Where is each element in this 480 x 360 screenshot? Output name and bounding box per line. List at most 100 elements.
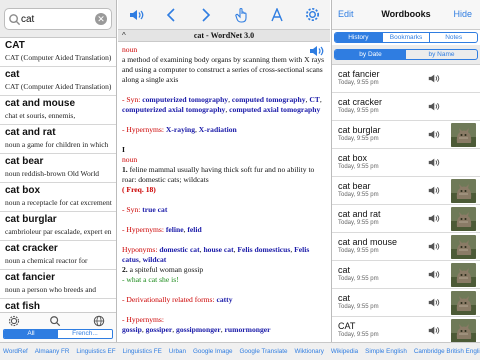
dictionary-link[interactable]: WordRef [3, 348, 28, 355]
search-box[interactable]: ✕ [4, 8, 112, 30]
wordbooks-nav: Edit Wordbooks Hide [332, 0, 480, 30]
history-item[interactable]: cat box Today, 9:55 pm [332, 149, 480, 177]
related-word-link[interactable]: feline [166, 225, 184, 234]
related-word-link[interactable]: X-radiation [199, 125, 237, 134]
speaker-icon[interactable] [427, 269, 440, 280]
entry-title: cat - WordNet 3.0 [193, 31, 255, 40]
result-list-item[interactable]: cat cracker noun a chemical reactor for [0, 241, 116, 270]
hyponyms-line: Hyponyms: domestic cat, house cat, Felis… [122, 245, 310, 264]
sort-by-date-button[interactable]: by Date [335, 50, 406, 59]
related-word-link[interactable]: computerized axial tomography [122, 105, 225, 114]
sense-definition: 2. a spiteful woman gossip [122, 265, 204, 274]
related-word-link[interactable]: CT [309, 95, 320, 104]
derivations-line: - Derivationally related forms: catty [122, 295, 233, 304]
forward-chevron-icon[interactable] [195, 4, 217, 26]
speaker-icon[interactable] [427, 101, 440, 112]
result-list-item[interactable]: CAT CAT (Computer Aided Translation) [0, 38, 116, 67]
language-french-button[interactable]: French... [58, 330, 112, 338]
dictionary-link[interactable]: Cambridge British English [414, 348, 480, 355]
related-word-link[interactable]: computed axial tomography [229, 105, 320, 114]
related-word-link[interactable]: felid [187, 225, 201, 234]
dictionary-link[interactable]: Wikipedia [331, 348, 358, 355]
result-list-item[interactable]: cat fishnoun poisson chat, poisson [0, 299, 116, 312]
result-definition: noun a person who breeds and [5, 285, 97, 294]
tab-notes[interactable]: Notes [430, 33, 477, 42]
result-list-item[interactable]: cat fancier noun a person who breeds and [0, 270, 116, 299]
history-item[interactable]: cat Today, 9:55 pm [332, 261, 480, 289]
history-timestamp: Today, 9:55 pm [338, 108, 379, 114]
search-pane: ✕ CATCAT (Computer Aided Translation)cat… [0, 0, 117, 342]
history-item[interactable]: cat fancier Today, 9:55 pm [332, 65, 480, 93]
collapse-caret-icon[interactable]: ^ [122, 30, 126, 41]
related-word-link[interactable]: computerized tomography [142, 95, 228, 104]
hand-pointer-icon[interactable] [231, 4, 253, 26]
font-size-icon[interactable] [266, 4, 288, 26]
roman-numeral: I [122, 145, 125, 154]
related-word-link[interactable]: gossipmonger [176, 325, 221, 334]
dictionary-link[interactable]: Linguistics FE [123, 348, 162, 355]
related-word-link[interactable]: rumormonger [225, 325, 271, 334]
language-all-button[interactable]: All [4, 330, 58, 338]
entry-pane: ^ cat - WordNet 3.0 noun a method of exa… [118, 0, 330, 342]
speaker-icon[interactable] [427, 213, 440, 224]
cat-photo-thumbnail [451, 207, 476, 231]
tab-bookmarks[interactable]: Bookmarks [383, 33, 431, 42]
dictionary-link[interactable]: Google Translate [240, 348, 288, 355]
dictionary-link[interactable]: Simple English [365, 348, 407, 355]
related-word-link[interactable]: domestic cat [159, 245, 199, 254]
history-item[interactable]: cat and rat Today, 9:55 pm [332, 205, 480, 233]
related-word-link[interactable]: X-raying [166, 125, 195, 134]
wordbook-tabs: History Bookmarks Notes [334, 32, 478, 43]
result-list-item[interactable]: cat box noun a receptacle for cat excreme… [0, 183, 116, 212]
speaker-icon[interactable] [427, 325, 440, 336]
entry-speaker-icon[interactable] [308, 44, 324, 58]
speaker-icon[interactable] [427, 185, 440, 196]
related-word-link[interactable]: Felis domesticus [237, 245, 290, 254]
search-magnifier-icon[interactable] [48, 315, 62, 327]
history-item[interactable]: cat and mouse Today, 9:55 pm [332, 233, 480, 261]
related-word-link[interactable]: house cat [203, 245, 233, 254]
search-input[interactable] [21, 11, 95, 27]
settings-gear-icon[interactable] [301, 4, 323, 26]
related-word-link[interactable]: catty [216, 295, 232, 304]
part-of-speech: noun [122, 155, 138, 164]
speaker-icon[interactable] [427, 73, 440, 84]
speaker-icon[interactable] [125, 4, 147, 26]
dictionary-link[interactable]: Urban [169, 348, 186, 355]
back-chevron-icon[interactable] [160, 4, 182, 26]
history-item[interactable]: cat Today, 9:55 pm [332, 289, 480, 317]
related-word-link[interactable]: computed tomography [232, 95, 306, 104]
speaker-icon[interactable] [427, 297, 440, 308]
related-word-link[interactable]: true cat [142, 205, 167, 214]
speaker-icon[interactable] [427, 157, 440, 168]
result-list-item[interactable]: cat and rat noun a game for children in w… [0, 125, 116, 154]
result-list-item[interactable]: cat CAT (Computer Aided Translation) [0, 67, 116, 96]
result-list-item[interactable]: cat burglar cambrioleur par escalade, exp… [0, 212, 116, 241]
result-list-item[interactable]: cat and mouse chat et souris, ennemis, [0, 96, 116, 125]
history-item[interactable]: cat cracker Today, 9:55 pm [332, 93, 480, 121]
dictionary-link[interactable]: Google Image [193, 348, 233, 355]
dictionary-link[interactable]: Wiktionary [294, 348, 323, 355]
result-list-item[interactable]: cat bear noun reddish-brown Old World [0, 154, 116, 183]
dictionary-link[interactable]: Linguistics EF [76, 348, 115, 355]
tab-history[interactable]: History [335, 33, 383, 42]
related-word-link[interactable]: wildcat [143, 255, 167, 264]
speaker-icon[interactable] [427, 129, 440, 140]
settings-gear-icon[interactable] [7, 315, 21, 327]
result-term: cat and mouse [5, 98, 76, 109]
sort-by-name-button[interactable]: by Name [406, 50, 477, 59]
history-item[interactable]: cat burglar Today, 9:55 pm [332, 121, 480, 149]
related-word-link[interactable]: gossip [122, 325, 142, 334]
results-list: CAT CAT (Computer Aided Translation) cat CA… [0, 38, 116, 312]
history-item[interactable]: cat bear Today, 9:55 pm [332, 177, 480, 205]
globe-icon[interactable] [92, 315, 106, 327]
history-item[interactable]: CAT Today, 9:55 pm [332, 317, 480, 342]
dictionary-link[interactable]: Almaany FR [35, 348, 70, 355]
related-word-link[interactable]: gossiper [146, 325, 173, 334]
history-term: cat cracker [338, 97, 383, 107]
result-definition: noun reddish-brown Old World [5, 169, 100, 178]
speaker-icon[interactable] [427, 241, 440, 252]
hide-button[interactable]: Hide [453, 9, 472, 19]
example-sentence: - what a cat she is! [122, 275, 179, 284]
clear-search-icon[interactable]: ✕ [95, 13, 107, 25]
